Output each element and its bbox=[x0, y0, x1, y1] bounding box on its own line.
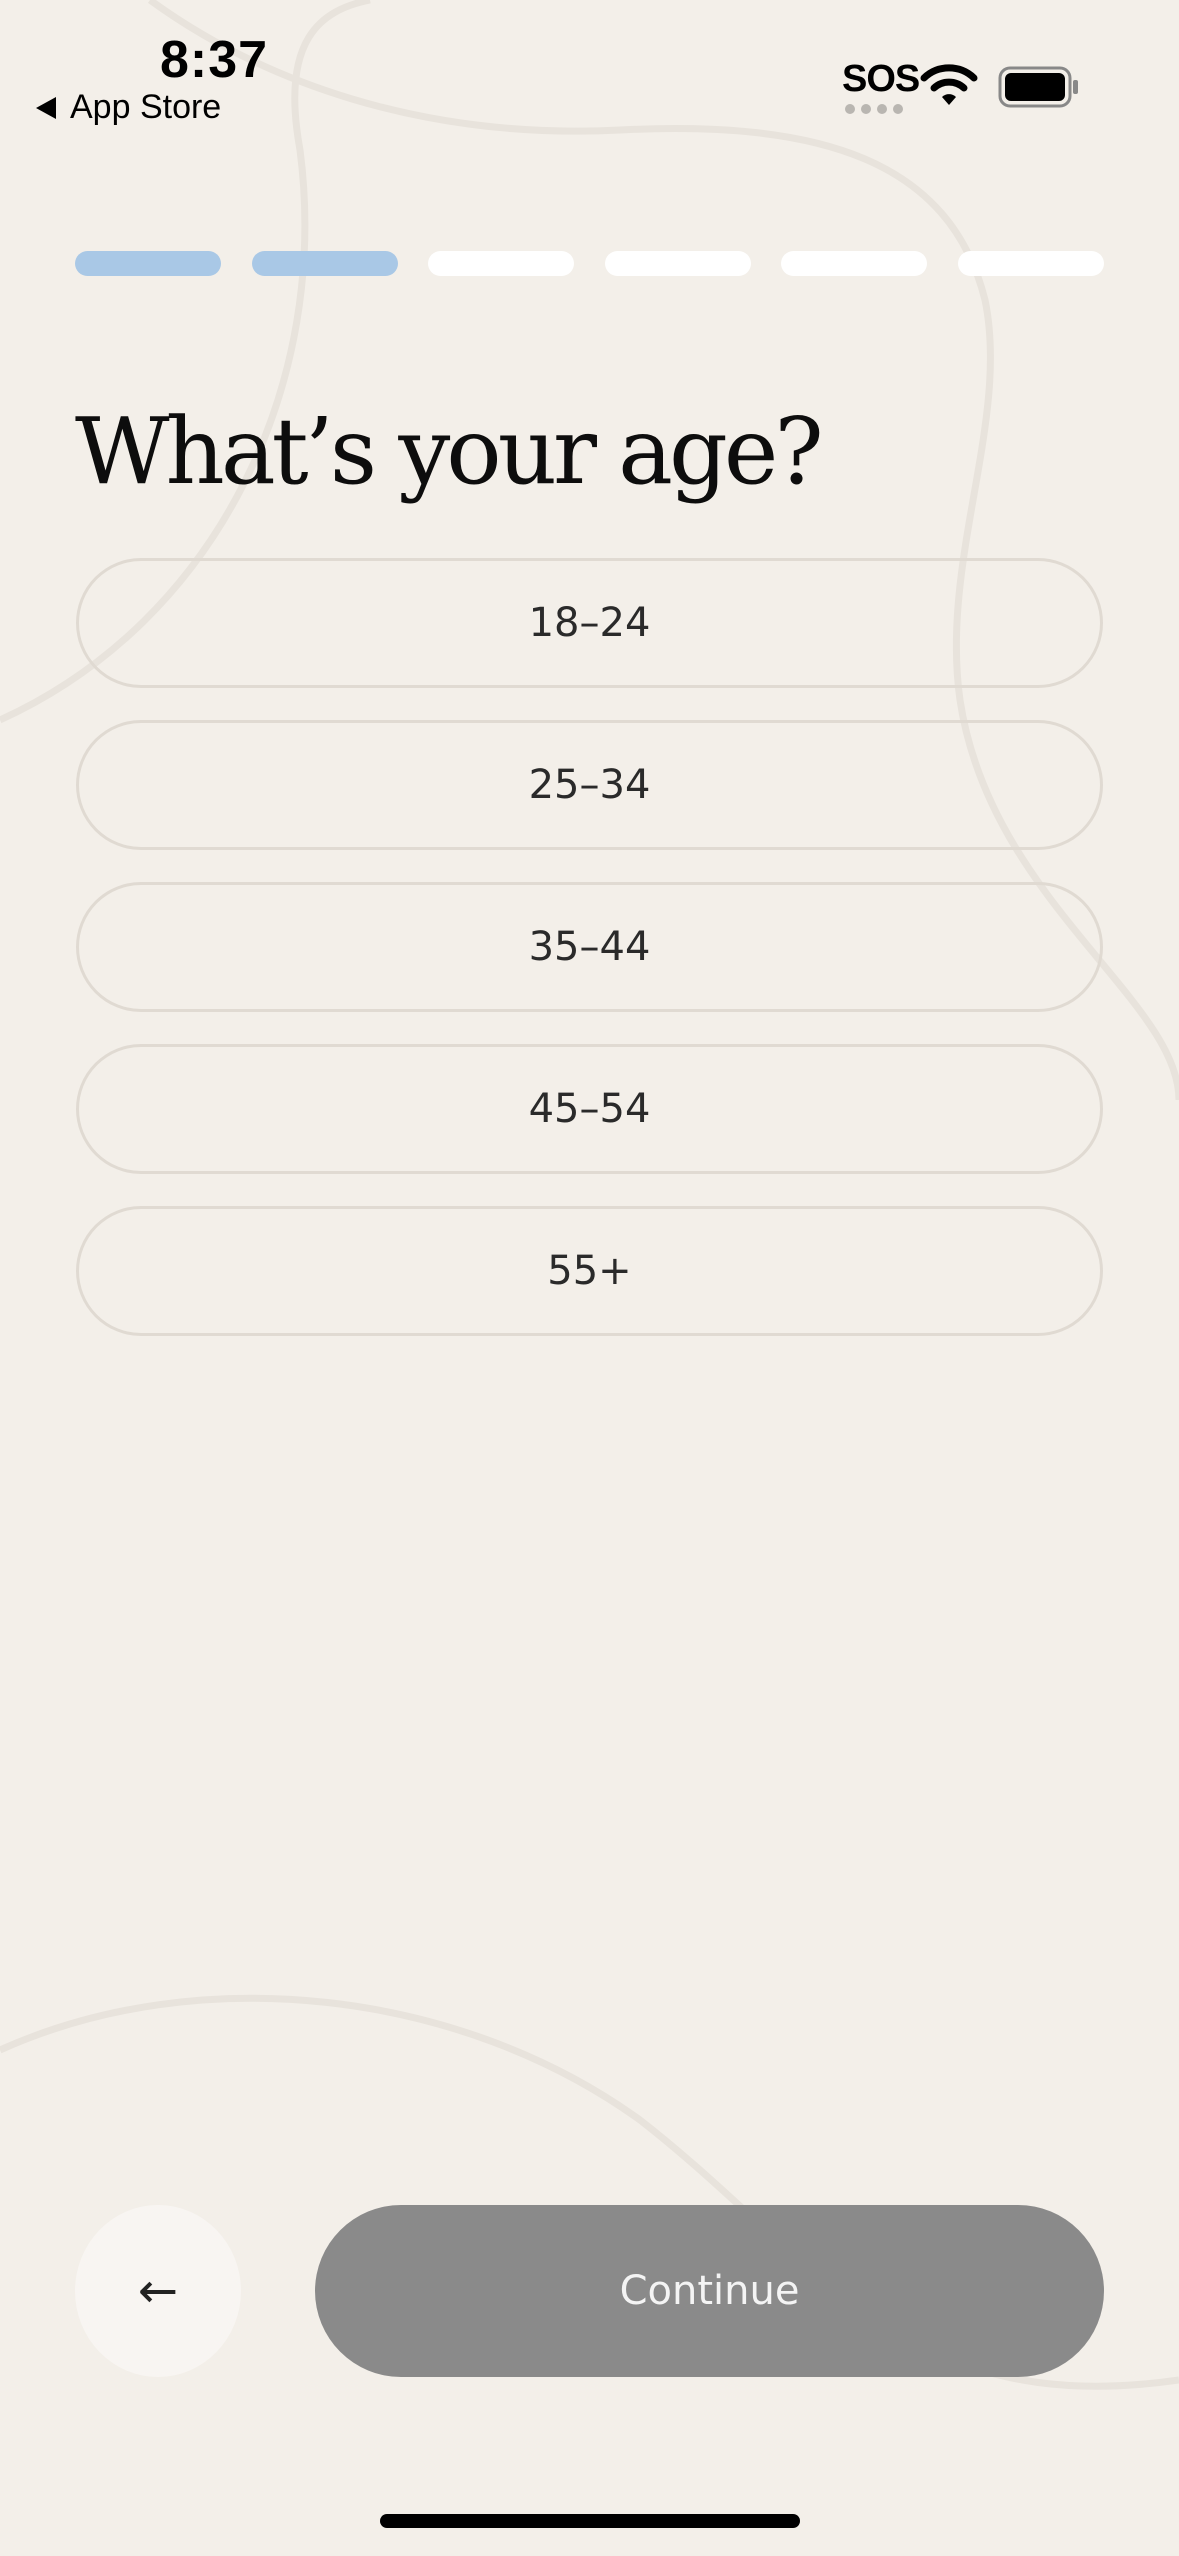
back-to-app-store-link[interactable]: App Store bbox=[36, 88, 221, 127]
progress-segment-6 bbox=[957, 251, 1104, 276]
status-time: 8:37 bbox=[160, 31, 269, 89]
progress-segment-5 bbox=[781, 251, 928, 276]
age-option-45-54[interactable]: 45–54 bbox=[76, 1044, 1103, 1174]
back-button[interactable]: ← bbox=[75, 2205, 241, 2377]
wifi-icon bbox=[920, 64, 978, 105]
progress-segment-4 bbox=[604, 251, 751, 276]
age-options-list: 18–24 25–34 35–44 45–54 55+ bbox=[76, 558, 1103, 1368]
question-title: What’s your age? bbox=[75, 398, 824, 505]
signal-dots-icon bbox=[845, 104, 903, 114]
age-option-35-44[interactable]: 35–44 bbox=[76, 882, 1103, 1012]
age-option-55-plus[interactable]: 55+ bbox=[76, 1206, 1103, 1336]
back-app-label: App Store bbox=[70, 88, 222, 126]
home-indicator[interactable] bbox=[380, 2514, 800, 2528]
age-option-25-34[interactable]: 25–34 bbox=[76, 720, 1103, 850]
arrow-left-icon: ← bbox=[137, 2263, 179, 2319]
onboarding-progress-bar bbox=[75, 251, 1104, 276]
sos-indicator: SOS bbox=[842, 58, 920, 100]
progress-segment-2 bbox=[251, 251, 398, 276]
progress-segment-1 bbox=[75, 251, 221, 276]
age-option-18-24[interactable]: 18–24 bbox=[76, 558, 1103, 688]
battery-icon bbox=[998, 66, 1078, 108]
progress-segment-3 bbox=[428, 251, 575, 276]
back-triangle-icon bbox=[36, 96, 56, 119]
continue-button[interactable]: Continue bbox=[315, 2205, 1104, 2377]
